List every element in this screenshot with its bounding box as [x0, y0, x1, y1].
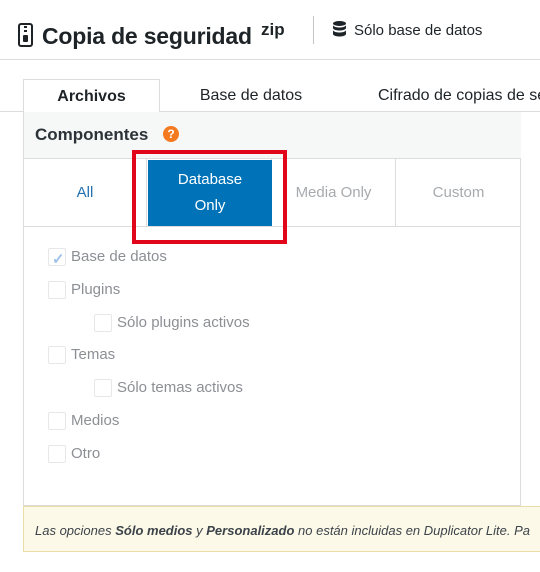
database-icon: [333, 21, 346, 37]
tab-cifrado[interactable]: Cifrado de copias de se: [378, 79, 540, 112]
components-box: Componentes ? All Database Only Media On…: [23, 112, 521, 506]
mode-all-button[interactable]: All: [24, 159, 147, 227]
mode-custom-button[interactable]: Custom: [396, 159, 521, 227]
components-title: Componentes: [35, 125, 149, 144]
checkbox[interactable]: [48, 346, 66, 364]
lite-notice: Las opciones Sólo medios y Personalizado…: [23, 506, 540, 552]
notice-text: Las opciones Sólo medios y Personalizado…: [35, 523, 530, 538]
tab-base-de-datos[interactable]: Base de datos: [170, 79, 332, 112]
tab-bar: Archivos Base de datos Cifrado de copias…: [0, 60, 540, 113]
page-header: Copia de seguridad zip Sólo base de dato…: [0, 0, 540, 60]
option-label: Base de datos: [71, 248, 167, 265]
checkbox[interactable]: [48, 445, 66, 463]
checkbox[interactable]: [48, 412, 66, 430]
option-label: Otro: [71, 445, 101, 462]
option-label: Sólo temas activos: [117, 379, 243, 396]
option-label: Sólo plugins activos: [117, 314, 250, 331]
checkbox[interactable]: [94, 314, 112, 332]
scope-label: Sólo base de datos: [354, 22, 483, 39]
checkbox[interactable]: ✓: [48, 248, 66, 268]
tab-archivos[interactable]: Archivos: [23, 79, 160, 113]
option-label: Plugins: [71, 281, 121, 298]
backup-panel: Copia de seguridad zip Sólo base de dato…: [0, 0, 540, 572]
highlight-box: [132, 150, 287, 244]
mode-media-only-button[interactable]: Media Only: [272, 159, 396, 227]
help-icon[interactable]: ?: [163, 126, 179, 142]
format-badge: zip: [261, 20, 285, 39]
checkmark-icon: ✓: [52, 251, 65, 268]
header-divider: [313, 16, 314, 44]
option-label: Medios: [71, 412, 120, 429]
page-title: Copia de seguridad: [42, 23, 252, 49]
archive-icon: [18, 23, 33, 47]
checkbox[interactable]: [48, 281, 66, 299]
checkbox[interactable]: [94, 379, 112, 397]
option-label: Temas: [71, 346, 116, 363]
